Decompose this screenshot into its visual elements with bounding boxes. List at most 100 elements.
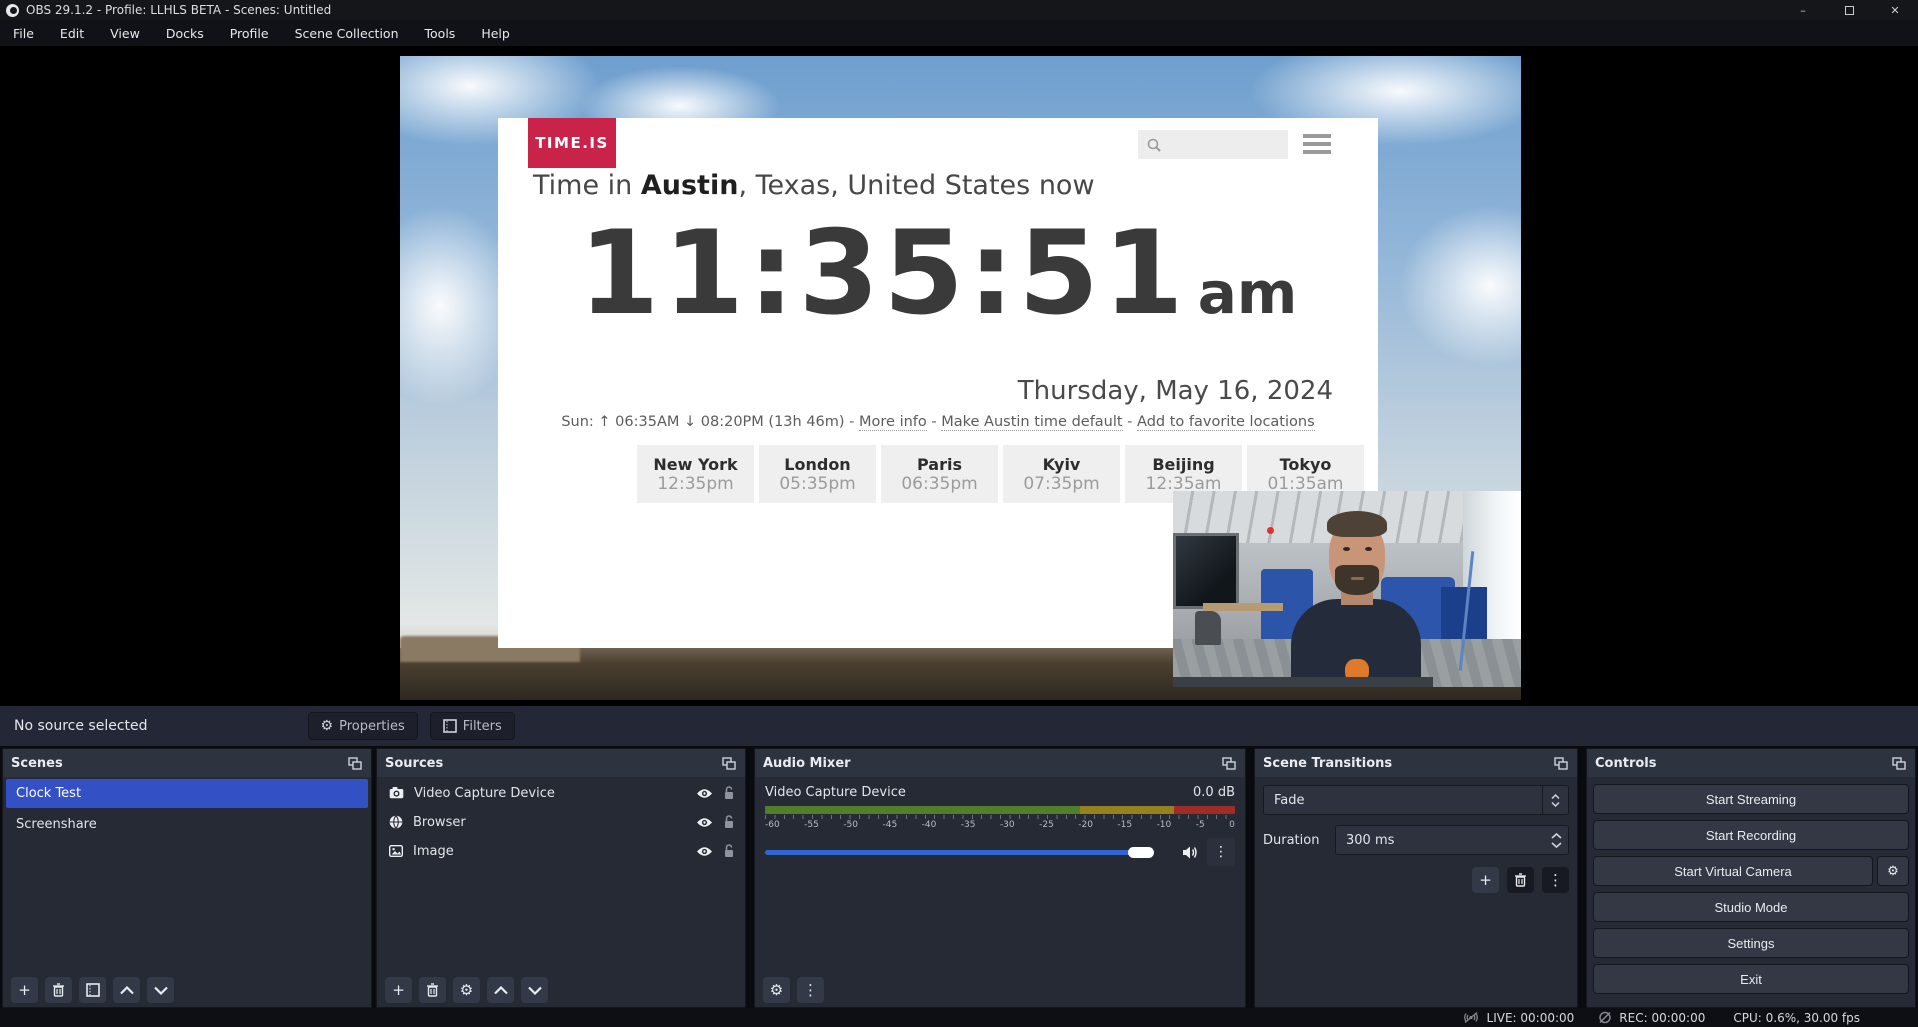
trash-icon bbox=[426, 983, 439, 997]
source-item-video-capture[interactable]: Video Capture Device bbox=[377, 780, 745, 806]
popout-icon[interactable] bbox=[348, 757, 363, 770]
menu-scene-collection[interactable]: Scene Collection bbox=[282, 20, 412, 46]
close-button[interactable]: ✕ bbox=[1872, 0, 1918, 20]
webcam-person-beard bbox=[1335, 565, 1379, 595]
start-virtual-camera-button[interactable]: Start Virtual Camera bbox=[1593, 856, 1873, 886]
clock-ampm: am bbox=[1198, 259, 1298, 327]
transitions-header: Scene Transitions bbox=[1255, 749, 1577, 777]
lock-open-icon[interactable] bbox=[723, 786, 735, 800]
controls-header: Controls bbox=[1587, 749, 1915, 777]
eye-visible-icon[interactable] bbox=[696, 817, 713, 828]
scene-filters-button[interactable] bbox=[79, 977, 106, 1003]
city-box: New York12:35pm bbox=[637, 445, 754, 503]
start-streaming-button[interactable]: Start Streaming bbox=[1593, 784, 1909, 814]
minimize-button[interactable]: – bbox=[1780, 0, 1826, 20]
sources-panel: Sources Video Capture Device bbox=[376, 748, 746, 1008]
speaker-icon[interactable] bbox=[1182, 845, 1199, 860]
add-transition-button[interactable]: + bbox=[1472, 867, 1499, 893]
filters-icon bbox=[443, 719, 457, 733]
popout-icon[interactable] bbox=[1222, 757, 1237, 770]
add-scene-button[interactable]: + bbox=[11, 977, 38, 1003]
spin-up-icon[interactable] bbox=[1551, 833, 1562, 839]
advanced-audio-button[interactable]: ⚙ bbox=[763, 977, 790, 1003]
menu-profile[interactable]: Profile bbox=[217, 20, 282, 46]
audio-mixer-panel: Audio Mixer Video Capture Device 0.0 dB … bbox=[754, 748, 1246, 1008]
transition-properties-button[interactable]: ⋮ bbox=[1542, 867, 1569, 893]
duration-spinbox[interactable]: 300 ms bbox=[1335, 825, 1569, 855]
mixer-channel-row: Video Capture Device 0.0 dB bbox=[765, 785, 1235, 800]
scene-transitions-panel: Scene Transitions Fade Duration 300 ms bbox=[1254, 748, 1578, 1008]
scene-item-screenshare[interactable]: Screenshare bbox=[6, 810, 368, 839]
chevron-up-icon bbox=[120, 986, 134, 995]
webcam-table-edge bbox=[1173, 677, 1433, 687]
source-item-image[interactable]: Image bbox=[377, 838, 745, 864]
search-icon bbox=[1146, 137, 1162, 153]
scenes-panel-header: Scenes bbox=[3, 749, 371, 777]
city-box: London05:35pm bbox=[759, 445, 876, 503]
menu-docks[interactable]: Docks bbox=[153, 20, 217, 46]
menu-edit[interactable]: Edit bbox=[47, 20, 97, 46]
eye-visible-icon[interactable] bbox=[696, 788, 713, 799]
audio-mixer-body: Video Capture Device 0.0 dB -60-55-50-45… bbox=[755, 777, 1245, 973]
webcam-chair bbox=[1195, 611, 1221, 645]
remove-scene-button[interactable] bbox=[45, 977, 72, 1003]
source-item-browser[interactable]: Browser bbox=[377, 809, 745, 835]
webcam-person-eye bbox=[1343, 547, 1350, 551]
move-scene-down-button[interactable] bbox=[147, 977, 174, 1003]
add-favorite-link: Add to favorite locations bbox=[1137, 414, 1315, 431]
remove-transition-button[interactable] bbox=[1507, 867, 1534, 893]
properties-button[interactable]: ⚙ Properties bbox=[308, 712, 418, 740]
scene-canvas[interactable]: TIME.IS Time in Austin, Texas, United St… bbox=[400, 56, 1521, 700]
menu-view[interactable]: View bbox=[97, 20, 153, 46]
lock-open-icon[interactable] bbox=[723, 815, 735, 829]
spin-down-icon[interactable] bbox=[1551, 842, 1562, 848]
mixer-menu-button[interactable]: ⋮ bbox=[797, 977, 824, 1003]
popout-icon[interactable] bbox=[1892, 757, 1907, 770]
virtual-camera-settings-button[interactable]: ⚙ bbox=[1877, 856, 1909, 886]
sun-info-line: Sun: ↑ 06:35AM ↓ 08:20PM (13h 46m) - Mor… bbox=[498, 414, 1378, 430]
scenes-panel: Scenes Clock Test Screenshare + bbox=[2, 748, 372, 1008]
volume-slider-handle[interactable] bbox=[1128, 847, 1154, 858]
audio-mixer-header: Audio Mixer bbox=[755, 749, 1245, 777]
remove-source-button[interactable] bbox=[419, 977, 446, 1003]
volume-slider[interactable] bbox=[765, 850, 1152, 855]
chevron-down-icon bbox=[528, 986, 542, 995]
window-title: OBS 29.1.2 - Profile: LLHLS BETA - Scene… bbox=[26, 3, 331, 17]
move-scene-up-button[interactable] bbox=[113, 977, 140, 1003]
start-recording-button[interactable]: Start Recording bbox=[1593, 820, 1909, 850]
sources-list: Video Capture Device Browser bbox=[377, 777, 745, 973]
add-source-button[interactable]: + bbox=[385, 977, 412, 1003]
menu-file[interactable]: File bbox=[0, 20, 47, 46]
transition-dropdown[interactable]: Fade bbox=[1263, 785, 1569, 815]
volume-meter bbox=[765, 806, 1235, 814]
trash-icon bbox=[52, 983, 65, 997]
mixer-options-button[interactable]: ⋮ bbox=[1207, 838, 1235, 866]
menu-tools[interactable]: Tools bbox=[412, 20, 469, 46]
cloud bbox=[1400, 206, 1521, 366]
move-source-up-button[interactable] bbox=[487, 977, 514, 1003]
gears-icon: ⚙ bbox=[770, 981, 783, 999]
menu-bar: File Edit View Docks Profile Scene Colle… bbox=[0, 20, 1918, 46]
menu-help[interactable]: Help bbox=[468, 20, 523, 46]
eye-visible-icon[interactable] bbox=[696, 846, 713, 857]
close-icon: ✕ bbox=[1890, 4, 1899, 17]
settings-button[interactable]: Settings bbox=[1593, 928, 1909, 958]
live-status: LIVE: 00:00:00 bbox=[1462, 1011, 1575, 1025]
popout-icon[interactable] bbox=[1554, 757, 1569, 770]
scene-item-clock-test[interactable]: Clock Test bbox=[6, 779, 368, 808]
exit-button[interactable]: Exit bbox=[1593, 964, 1909, 994]
popout-icon[interactable] bbox=[722, 757, 737, 770]
controls-body: Start Streaming Start Recording Start Vi… bbox=[1587, 777, 1915, 1007]
window-controls: – ✕ bbox=[1780, 0, 1918, 20]
broadcast-muted-icon bbox=[1462, 1011, 1480, 1024]
chevron-up-icon bbox=[494, 986, 508, 995]
move-source-down-button[interactable] bbox=[521, 977, 548, 1003]
lock-open-icon[interactable] bbox=[723, 844, 735, 858]
studio-mode-button[interactable]: Studio Mode bbox=[1593, 892, 1909, 922]
rec-status: REC: 00:00:00 bbox=[1598, 1011, 1705, 1025]
maximize-button[interactable] bbox=[1826, 0, 1872, 20]
source-properties-button[interactable]: ⚙ bbox=[453, 977, 480, 1003]
meter-tick-marks bbox=[765, 815, 1235, 819]
city-box: Paris06:35pm bbox=[881, 445, 998, 503]
filters-button[interactable]: Filters bbox=[430, 712, 515, 740]
